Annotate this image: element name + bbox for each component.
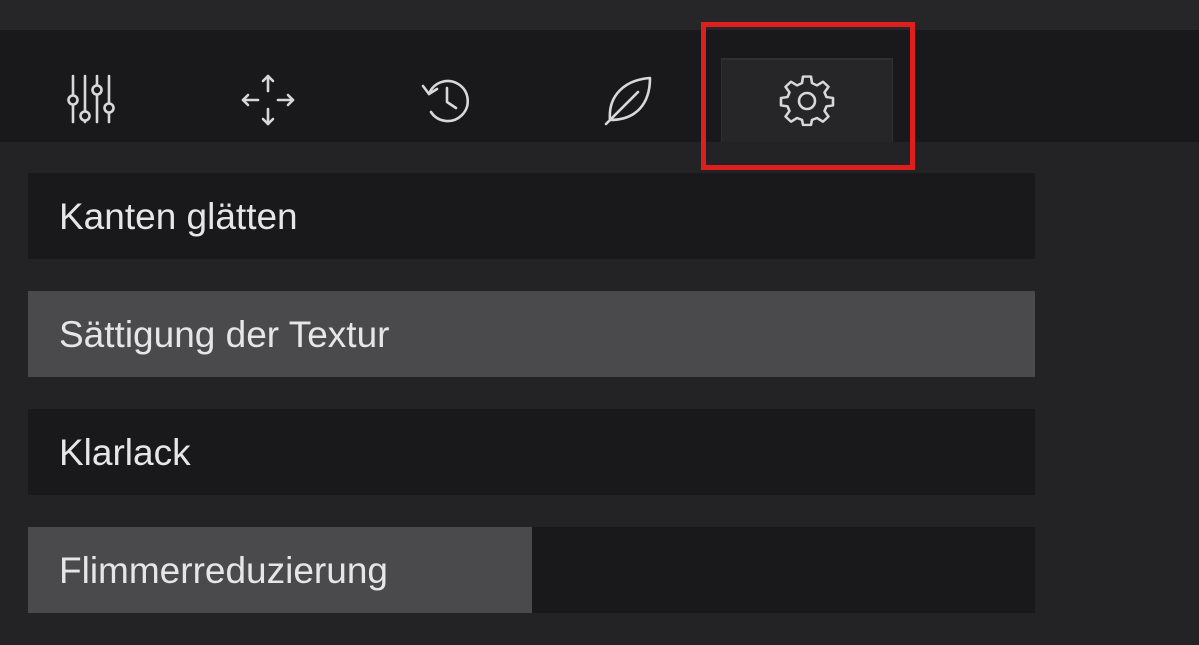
settings-list: Kanten glätten Sättigung der Textur Klarla…: [28, 173, 1035, 645]
move-arrows-icon: [241, 74, 295, 126]
setting-row[interactable]: Kanten glätten: [28, 173, 1035, 259]
tab-move[interactable]: [182, 58, 354, 142]
gear-icon: [779, 75, 835, 127]
sliders-icon: [67, 74, 115, 124]
setting-label: Klarlack: [59, 432, 191, 473]
tab-settings[interactable]: [721, 58, 893, 142]
setting-label: Kanten glätten: [59, 196, 298, 237]
leaf-icon: [604, 76, 652, 126]
history-icon: [421, 79, 470, 123]
setting-row[interactable]: Sättigung der Textur: [28, 291, 1035, 377]
setting-row[interactable]: Flimmerreduzierung: [28, 527, 1035, 613]
tab-adjust[interactable]: [5, 58, 177, 142]
setting-label: Sättigung der Textur: [59, 314, 390, 355]
setting-row[interactable]: Klarlack: [28, 409, 1035, 495]
tab-bar: [0, 30, 1199, 142]
setting-label: Flimmerreduzierung: [59, 550, 388, 591]
top-strip: [0, 0, 1199, 30]
tab-history[interactable]: [361, 58, 533, 142]
tab-eco[interactable]: [542, 58, 714, 142]
